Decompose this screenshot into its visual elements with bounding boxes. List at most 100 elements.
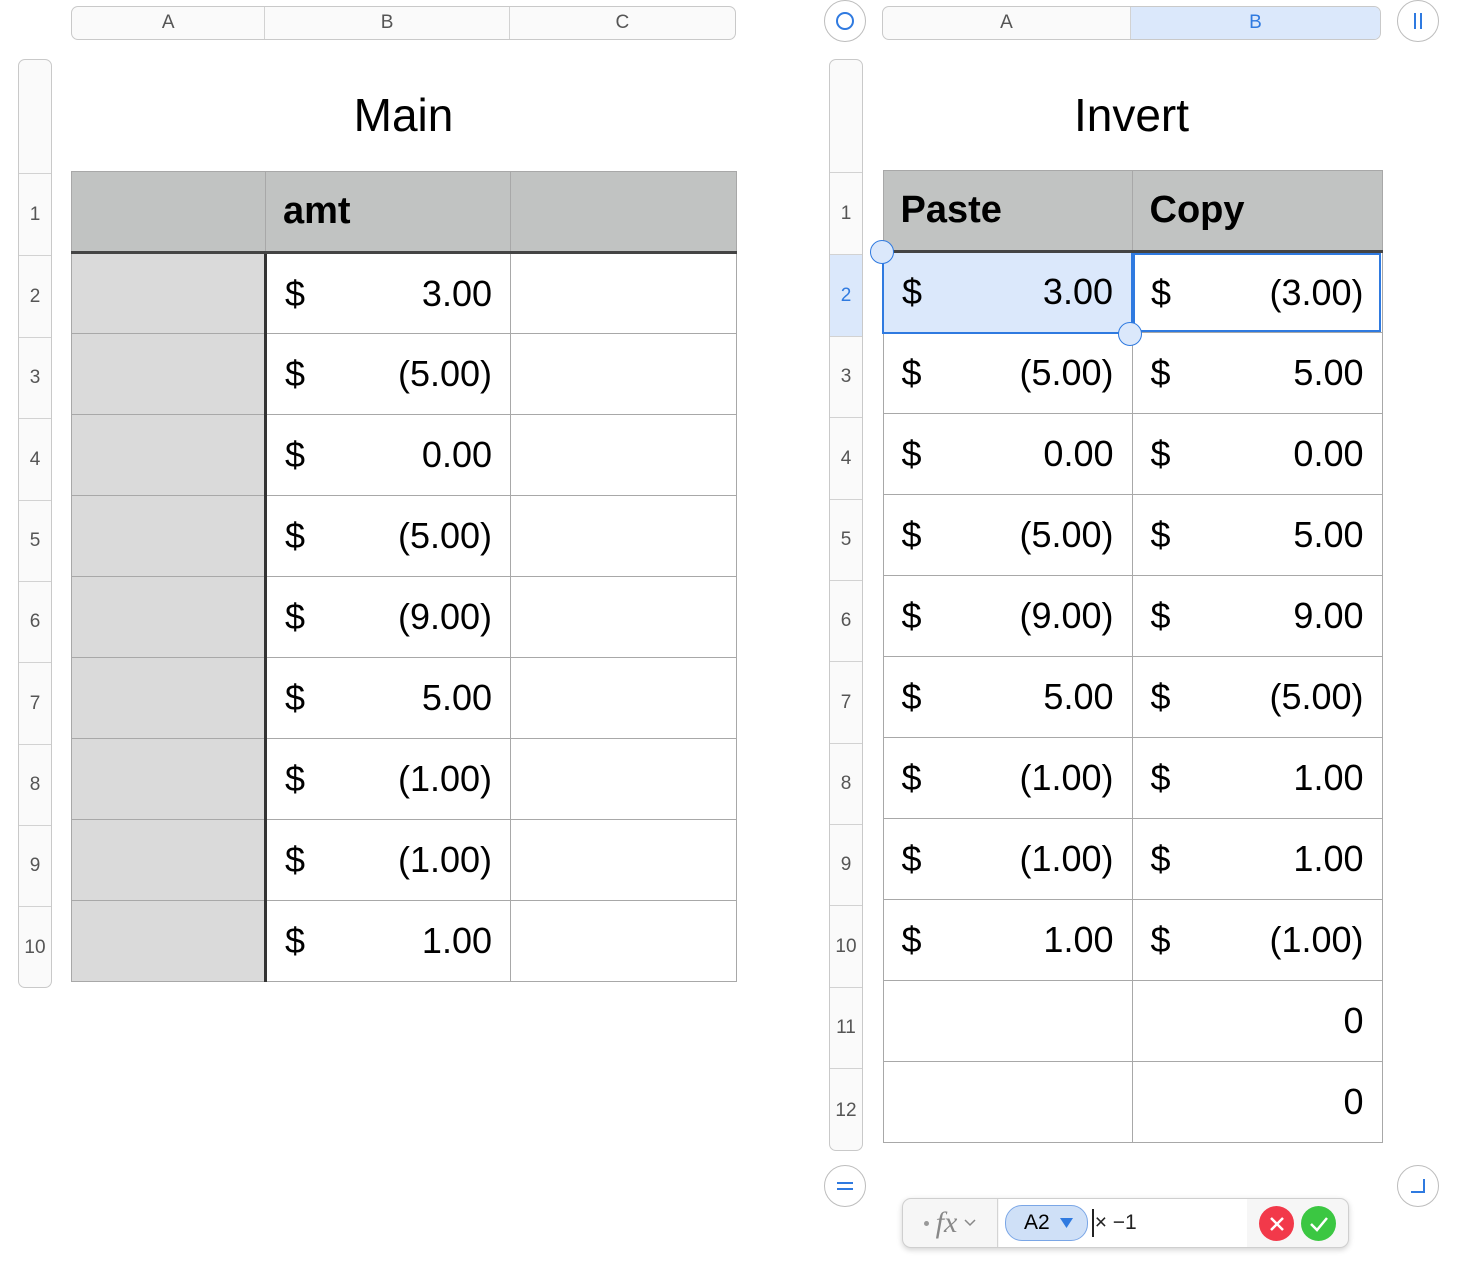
freeze-rows-button[interactable] xyxy=(824,1165,866,1207)
table-cell[interactable]: 0 xyxy=(1131,980,1383,1062)
table-cell[interactable]: $9.00 xyxy=(1131,575,1383,657)
right-table: Paste Copy $3.00 $ (3.00) $ (5.00) $5.00 $0… xyxy=(882,170,1383,1143)
left-row-header[interactable]: 1 xyxy=(19,173,51,255)
table-cell[interactable] xyxy=(510,900,737,982)
table-cell[interactable] xyxy=(71,414,267,496)
table-cell[interactable]: $0.00 xyxy=(1131,413,1383,495)
table-cell[interactable] xyxy=(510,576,737,658)
table-cell[interactable] xyxy=(510,333,737,415)
table-cell[interactable] xyxy=(71,738,267,820)
table-cell[interactable]: 0 xyxy=(1131,1061,1383,1143)
table-cell[interactable] xyxy=(510,738,737,820)
resize-table-button[interactable] xyxy=(1397,1165,1439,1207)
table-cell-selected[interactable]: $3.00 xyxy=(882,250,1133,334)
currency-symbol: $ xyxy=(901,838,922,879)
right-row-header[interactable]: 11 xyxy=(830,987,862,1068)
right-row-header[interactable]: 1 xyxy=(830,172,862,254)
right-column-header-b[interactable]: B xyxy=(1131,7,1380,39)
table-cell[interactable]: $5.00 xyxy=(882,656,1133,738)
table-cell[interactable] xyxy=(71,900,267,982)
right-row-header[interactable]: 4 xyxy=(830,417,862,499)
table-cell[interactable]: $5.00 xyxy=(265,657,511,739)
right-row-header[interactable]: 7 xyxy=(830,661,862,743)
table-cell[interactable] xyxy=(510,414,737,496)
table-cell[interactable]: $ (1.00) xyxy=(265,738,511,820)
header-cell[interactable]: Copy xyxy=(1131,170,1383,253)
table-cell[interactable]: $ (1.00) xyxy=(882,737,1133,819)
table-cell[interactable] xyxy=(71,495,267,577)
table-cell-editing[interactable]: $ (3.00) xyxy=(1131,251,1383,333)
table-cell[interactable]: $3.00 xyxy=(265,252,511,334)
right-row-header[interactable]: 12 xyxy=(830,1068,862,1150)
header-cell[interactable]: amt xyxy=(265,171,511,254)
table-cell[interactable] xyxy=(71,657,267,739)
table-cell[interactable] xyxy=(882,1061,1133,1143)
confirm-formula-button[interactable] xyxy=(1301,1206,1336,1241)
table-cell[interactable]: $1.00 xyxy=(1131,818,1383,900)
left-row-header[interactable]: 10 xyxy=(19,906,51,987)
left-column-header-b[interactable]: B xyxy=(265,7,510,39)
table-cell[interactable]: $0.00 xyxy=(265,414,511,496)
left-row-header[interactable]: 4 xyxy=(19,418,51,500)
table-cell[interactable]: $ (9.00) xyxy=(265,576,511,658)
table-cell[interactable] xyxy=(71,252,267,334)
table-cell[interactable]: $1.00 xyxy=(1131,737,1383,819)
formula-input[interactable]: A2 × −1 xyxy=(999,1199,1247,1247)
selection-handle-top-left[interactable] xyxy=(870,240,894,264)
left-row-header[interactable]: 5 xyxy=(19,500,51,581)
table-cell[interactable] xyxy=(71,333,267,415)
left-sheet-title[interactable]: Main xyxy=(71,88,736,142)
table-cell[interactable]: $ (5.00) xyxy=(882,494,1133,576)
freeze-columns-button[interactable] xyxy=(1397,0,1439,42)
table-cell[interactable]: $1.00 xyxy=(882,899,1133,981)
table-cell[interactable]: $ (9.00) xyxy=(882,575,1133,657)
right-row-header[interactable]: 9 xyxy=(830,824,862,905)
left-row-header[interactable]: 8 xyxy=(19,744,51,825)
table-cell[interactable]: $ (1.00) xyxy=(882,818,1133,900)
right-sheet-title[interactable]: Invert xyxy=(882,88,1381,142)
cell-reference-token[interactable]: A2 xyxy=(1005,1205,1088,1241)
table-cell[interactable] xyxy=(510,252,737,334)
table-cell[interactable] xyxy=(510,819,737,901)
table-cell[interactable] xyxy=(510,657,737,739)
currency-symbol: $ xyxy=(1150,838,1171,879)
selection-handle-bottom-right[interactable] xyxy=(1118,322,1142,346)
table-cell[interactable]: $5.00 xyxy=(1131,332,1383,414)
formula-menu-button[interactable]: fx xyxy=(903,1199,998,1247)
cancel-formula-button[interactable] xyxy=(1259,1206,1294,1241)
left-column-header-c[interactable]: C xyxy=(510,7,735,39)
right-row-header[interactable]: 3 xyxy=(830,336,862,417)
table-cell[interactable] xyxy=(71,819,267,901)
table-cell[interactable]: $0.00 xyxy=(882,413,1133,495)
left-column-header-a[interactable]: A xyxy=(72,7,266,39)
table-cell[interactable]: $ (5.00) xyxy=(882,332,1133,414)
table-cell[interactable]: $ (5.00) xyxy=(265,333,511,415)
table-row: $ (1.00) $1.00 xyxy=(882,737,1383,819)
select-table-button[interactable] xyxy=(824,0,866,42)
left-row-header[interactable]: 3 xyxy=(19,337,51,418)
header-cell[interactable] xyxy=(510,171,737,254)
table-cell[interactable] xyxy=(882,980,1133,1062)
left-row-header[interactable]: 2 xyxy=(19,255,51,337)
right-row-header[interactable]: 5 xyxy=(830,499,862,580)
table-cell[interactable] xyxy=(510,495,737,577)
right-row-header[interactable]: 6 xyxy=(830,580,862,661)
right-column-header-a[interactable]: A xyxy=(883,7,1131,39)
table-cell[interactable]: $5.00 xyxy=(1131,494,1383,576)
table-cell[interactable]: $ (5.00) xyxy=(265,495,511,577)
table-cell[interactable]: $ (5.00) xyxy=(1131,656,1383,738)
header-cell[interactable]: Paste xyxy=(882,170,1133,253)
right-row-header[interactable]: 10 xyxy=(830,905,862,987)
cell-value: (9.00) xyxy=(1019,595,1114,636)
right-row-header[interactable]: 2 xyxy=(830,254,862,336)
left-row-header[interactable]: 6 xyxy=(19,581,51,662)
header-cell[interactable] xyxy=(71,171,266,254)
table-cell[interactable] xyxy=(71,576,267,658)
right-row-header[interactable]: 8 xyxy=(830,743,862,824)
left-row-header[interactable]: 9 xyxy=(19,825,51,906)
table-cell[interactable]: $ (1.00) xyxy=(265,819,511,901)
table-row: $0.00 $0.00 xyxy=(882,413,1383,495)
table-cell[interactable]: $ (1.00) xyxy=(1131,899,1383,981)
table-cell[interactable]: $1.00 xyxy=(265,900,511,982)
left-row-header[interactable]: 7 xyxy=(19,662,51,744)
